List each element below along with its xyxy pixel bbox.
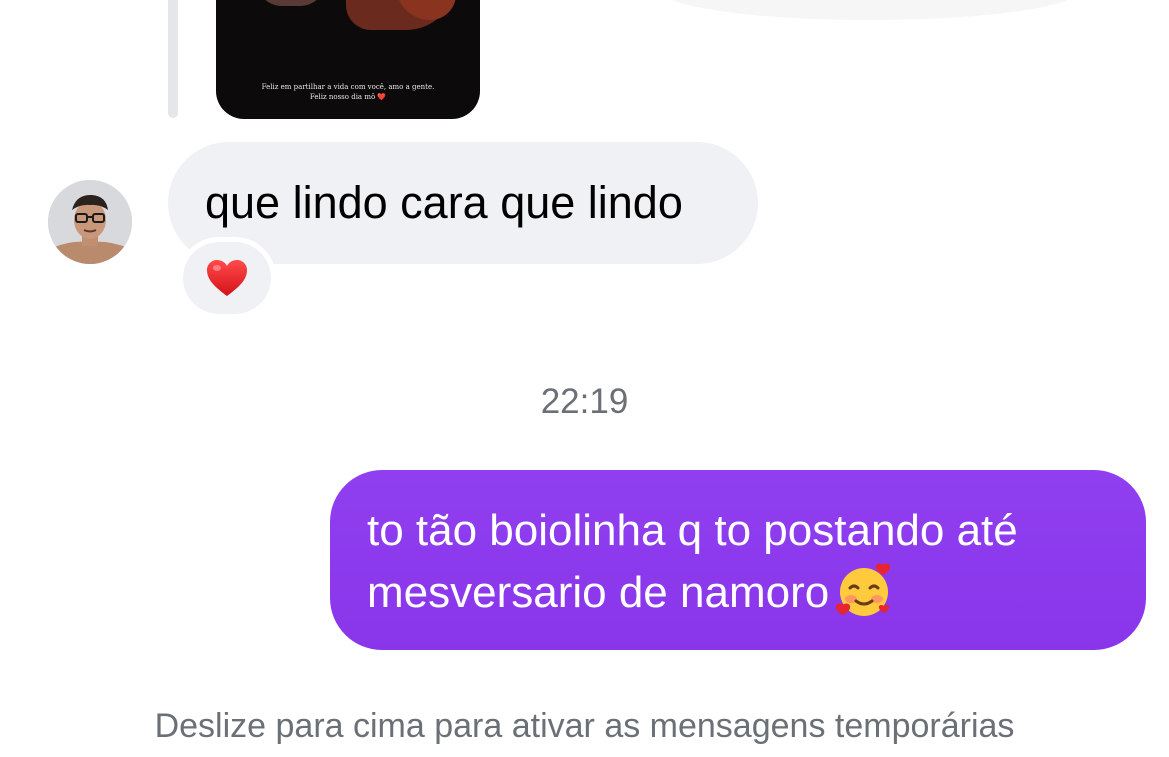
received-message-text: que lindo cara que lindo <box>205 177 683 228</box>
story-photo-detail <box>256 0 326 6</box>
story-caption-line1: Feliz em partilhar a vida com você, amo … <box>261 83 435 91</box>
story-reply-bar <box>168 0 178 118</box>
avatar-photo <box>48 180 132 264</box>
story-caption: Feliz em partilhar a vida com você, amo … <box>216 82 480 102</box>
previous-message-edge <box>660 0 1080 20</box>
message-timestamp: 22:19 <box>540 382 629 421</box>
heart-icon: ❤️ <box>377 93 387 101</box>
story-preview[interactable]: Feliz em partilhar a vida com você, amo … <box>216 0 480 119</box>
story-caption-line2: Feliz nosso dia mô <box>309 93 376 101</box>
avatar[interactable] <box>48 180 132 264</box>
smiling-face-with-hearts-icon <box>835 561 893 635</box>
vanish-mode-hint: Deslize para cima para ativar as mensage… <box>154 707 1015 745</box>
heart-reaction-icon <box>207 260 247 296</box>
sent-message-text: to tão boiolinha q to postando até mesve… <box>367 506 1018 617</box>
sent-message-text-wrapper: to tão boiolinha q to postando até mesve… <box>367 501 1127 635</box>
reaction-badge[interactable] <box>183 242 271 314</box>
